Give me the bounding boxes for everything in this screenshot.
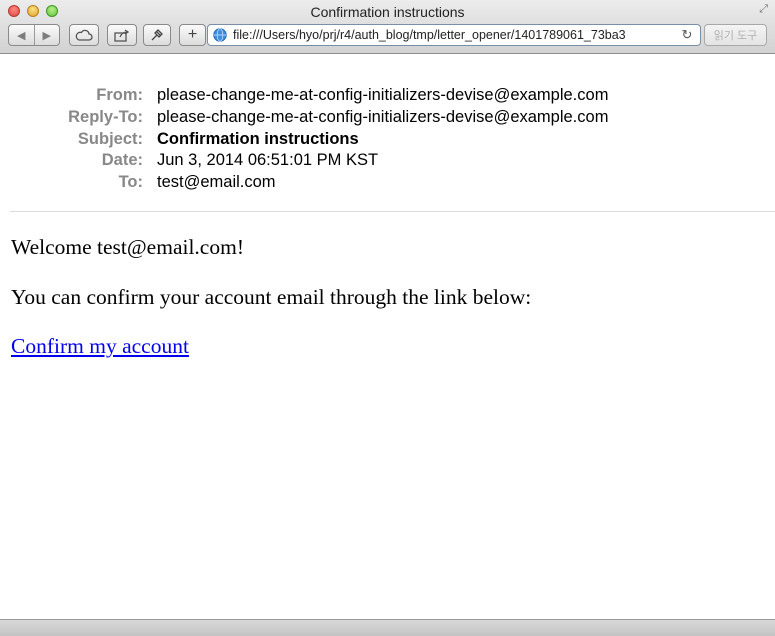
address-bar[interactable]: file:///Users/hyo/prj/r4/auth_blog/tmp/l… <box>207 24 701 46</box>
confirm-account-link[interactable]: Confirm my account <box>11 334 189 358</box>
status-bar <box>0 619 775 636</box>
reader-button[interactable]: 읽기 도구 <box>704 24 767 46</box>
pin-icon <box>151 29 163 41</box>
share-button[interactable] <box>107 24 137 46</box>
web-inspector-button[interactable] <box>143 24 171 46</box>
new-tab-button[interactable]: + <box>179 24 206 46</box>
icloud-tabs-button[interactable] <box>69 24 99 46</box>
header-divider <box>10 211 775 212</box>
header-row-reply-to: Reply-To: please-change-me-at-config-ini… <box>0 107 775 129</box>
date-label: Date: <box>101 151 143 170</box>
instruction-text: You can confirm your account email throu… <box>11 285 532 309</box>
welcome-text: Welcome test@email.com! <box>11 235 244 259</box>
reply-to-value: please-change-me-at-config-initializers-… <box>157 107 609 126</box>
reply-to-label: Reply-To: <box>68 107 143 126</box>
back-button[interactable]: ◀ <box>9 25 34 45</box>
url-text: file:///Users/hyo/prj/r4/auth_blog/tmp/l… <box>233 28 626 42</box>
window-title: Confirmation instructions <box>310 4 465 20</box>
reload-icon[interactable]: ↻ <box>680 27 694 43</box>
to-label: To: <box>118 173 143 192</box>
fullscreen-icon[interactable]: ⤢ <box>759 3 768 16</box>
back-arrow-icon: ◀ <box>17 29 26 42</box>
header-row-from: From: please-change-me-at-config-initial… <box>0 85 775 107</box>
forward-button[interactable]: ▶ <box>33 25 60 45</box>
header-row-subject: Subject: Confirmation instructions <box>0 129 775 151</box>
header-row-date: Date: Jun 3, 2014 06:51:01 PM KST <box>0 150 775 172</box>
nav-button-group: ◀ ▶ <box>8 24 60 46</box>
email-body: Welcome test@email.com! You can confirm … <box>11 235 531 359</box>
share-icon <box>114 28 130 42</box>
date-value: Jun 3, 2014 06:51:01 PM KST <box>157 151 379 170</box>
email-headers: From: please-change-me-at-config-initial… <box>0 85 775 194</box>
window-titlebar: Confirmation instructions ⤢ ◀ ▶ + file:/… <box>0 0 775 54</box>
cloud-icon <box>75 29 93 41</box>
from-value: please-change-me-at-config-initializers-… <box>157 86 609 104</box>
globe-icon <box>213 28 227 42</box>
subject-label: Subject: <box>77 129 143 148</box>
to-value: test@email.com <box>157 173 276 192</box>
subject-value: Confirmation instructions <box>157 129 359 148</box>
forward-arrow-icon: ▶ <box>42 29 51 42</box>
from-label: From: <box>96 86 143 104</box>
header-row-to: To: test@email.com <box>0 172 775 194</box>
